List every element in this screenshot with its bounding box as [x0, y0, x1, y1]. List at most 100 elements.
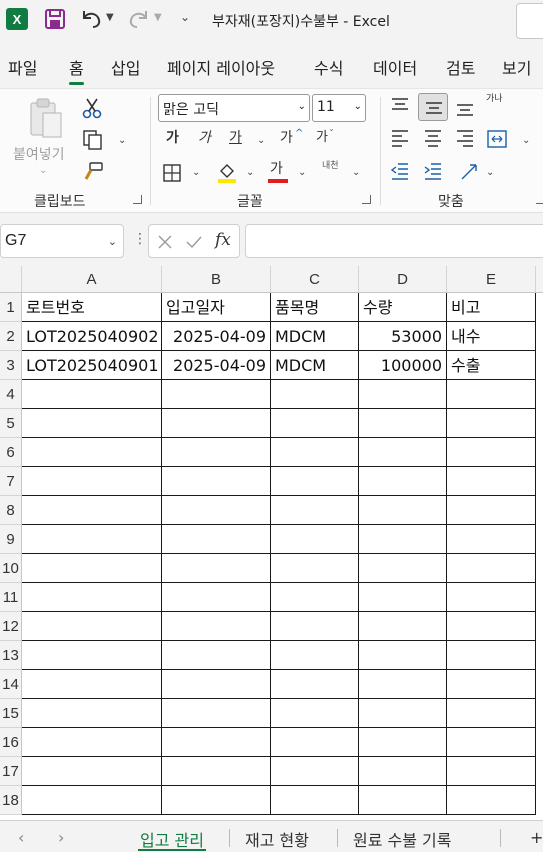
tab-data[interactable]: 데이터	[373, 55, 417, 79]
align-left-icon[interactable]	[390, 129, 410, 147]
cell-E2[interactable]: 내수	[447, 322, 536, 351]
cell-B18[interactable]	[162, 786, 271, 815]
select-all-corner[interactable]	[0, 266, 22, 293]
column-header-E[interactable]: E	[447, 266, 536, 293]
tab-view[interactable]: 보기	[502, 55, 531, 79]
cell-C1[interactable]: 품목명	[271, 293, 359, 322]
cell-D12[interactable]	[359, 612, 447, 641]
align-center-icon[interactable]	[423, 129, 443, 147]
cell-C10[interactable]	[271, 554, 359, 583]
tab-review[interactable]: 검토	[446, 55, 475, 79]
font-size-select[interactable]: 11 ⌄	[312, 94, 366, 122]
cell-A12[interactable]	[22, 612, 162, 641]
cell-E16[interactable]	[447, 728, 536, 757]
cell-C18[interactable]	[271, 786, 359, 815]
cell-B9[interactable]	[162, 525, 271, 554]
sheet-tab-1[interactable]: 재고 현황	[245, 827, 309, 851]
row-header[interactable]: 17	[0, 757, 22, 786]
cell-C5[interactable]	[271, 409, 359, 438]
cell-E5[interactable]	[447, 409, 536, 438]
cell-C3[interactable]: MDCM	[271, 351, 359, 380]
cell-B7[interactable]	[162, 467, 271, 496]
cell-A5[interactable]	[22, 409, 162, 438]
scroll-right-icon[interactable]: ›	[58, 828, 64, 847]
customize-toolbar-icon[interactable]: ⌄	[180, 10, 190, 24]
cell-E10[interactable]	[447, 554, 536, 583]
row-header[interactable]: 7	[0, 467, 22, 496]
cell-E18[interactable]	[447, 786, 536, 815]
undo-icon[interactable]	[80, 7, 102, 29]
cell-C13[interactable]	[271, 641, 359, 670]
cell-D2[interactable]: 53000	[359, 322, 447, 351]
tab-file[interactable]: 파일	[8, 55, 37, 79]
cell-C4[interactable]	[271, 380, 359, 409]
cell-A10[interactable]	[22, 554, 162, 583]
tab-page-layout[interactable]: 페이지 레이아웃	[167, 55, 275, 79]
row-header[interactable]: 14	[0, 670, 22, 699]
sheet-tab-0[interactable]: 입고 관리	[138, 827, 206, 851]
underline-button[interactable]: 가	[229, 131, 242, 145]
column-header-extra[interactable]	[536, 266, 543, 293]
row-header[interactable]: 16	[0, 728, 22, 757]
decrease-indent-icon[interactable]	[390, 161, 410, 181]
cell-D15[interactable]	[359, 699, 447, 728]
cell-D6[interactable]	[359, 438, 447, 467]
row-header[interactable]: 12	[0, 612, 22, 641]
borders-icon[interactable]	[162, 163, 182, 183]
cell-A11[interactable]	[22, 583, 162, 612]
cell-C14[interactable]	[271, 670, 359, 699]
cell-C17[interactable]	[271, 757, 359, 786]
row-header[interactable]: 4	[0, 380, 22, 409]
cell-B2[interactable]: 2025-04-09	[162, 322, 271, 351]
cut-icon[interactable]	[82, 97, 102, 119]
cell-C7[interactable]	[271, 467, 359, 496]
row-header[interactable]: 18	[0, 786, 22, 815]
column-header-C[interactable]: C	[271, 266, 359, 293]
align-top-icon[interactable]	[390, 97, 410, 115]
fill-color-icon[interactable]	[216, 161, 238, 185]
column-header-D[interactable]: D	[359, 266, 447, 293]
cell-A13[interactable]	[22, 641, 162, 670]
cell-B1[interactable]: 입고일자	[162, 293, 271, 322]
italic-button[interactable]: 가	[198, 131, 211, 145]
row-header[interactable]: 8	[0, 496, 22, 525]
cell-B5[interactable]	[162, 409, 271, 438]
cell-A9[interactable]	[22, 525, 162, 554]
cell-A14[interactable]	[22, 670, 162, 699]
cell-E9[interactable]	[447, 525, 536, 554]
row-header[interactable]: 10	[0, 554, 22, 583]
cell-D1[interactable]: 수량	[359, 293, 447, 322]
cell-C16[interactable]	[271, 728, 359, 757]
cell-B14[interactable]	[162, 670, 271, 699]
merge-center-icon[interactable]	[486, 129, 508, 149]
cell-D9[interactable]	[359, 525, 447, 554]
paste-dropdown-icon[interactable]: ⌄	[39, 165, 47, 176]
cell-B6[interactable]	[162, 438, 271, 467]
insert-function-button[interactable]: fx	[215, 230, 231, 250]
cell-C2[interactable]: MDCM	[271, 322, 359, 351]
cell-E8[interactable]	[447, 496, 536, 525]
row-header[interactable]: 15	[0, 699, 22, 728]
format-painter-icon[interactable]	[82, 161, 104, 183]
cell-D13[interactable]	[359, 641, 447, 670]
phonetic-dropdown-icon[interactable]: ⌄	[352, 167, 360, 178]
enter-icon[interactable]	[185, 234, 203, 250]
merge-dropdown-icon[interactable]: ⌄	[522, 135, 530, 146]
row-header[interactable]: 13	[0, 641, 22, 670]
align-middle-button[interactable]	[418, 93, 448, 121]
row-header[interactable]: 3	[0, 351, 22, 380]
cell-A1[interactable]: 로트번호	[22, 293, 162, 322]
cell-B10[interactable]	[162, 554, 271, 583]
cell-A7[interactable]	[22, 467, 162, 496]
cell-D16[interactable]	[359, 728, 447, 757]
cell-B12[interactable]	[162, 612, 271, 641]
paste-icon[interactable]	[28, 97, 64, 139]
cell-D17[interactable]	[359, 757, 447, 786]
tab-home[interactable]: 홈	[69, 55, 84, 85]
add-sheet-icon[interactable]: +	[530, 828, 543, 847]
cell-D5[interactable]	[359, 409, 447, 438]
row-header[interactable]: 2	[0, 322, 22, 351]
copy-dropdown-icon[interactable]: ⌄	[118, 135, 126, 146]
row-header[interactable]: 11	[0, 583, 22, 612]
sheet-tab-2[interactable]: 원료 수불 기록	[353, 827, 452, 851]
